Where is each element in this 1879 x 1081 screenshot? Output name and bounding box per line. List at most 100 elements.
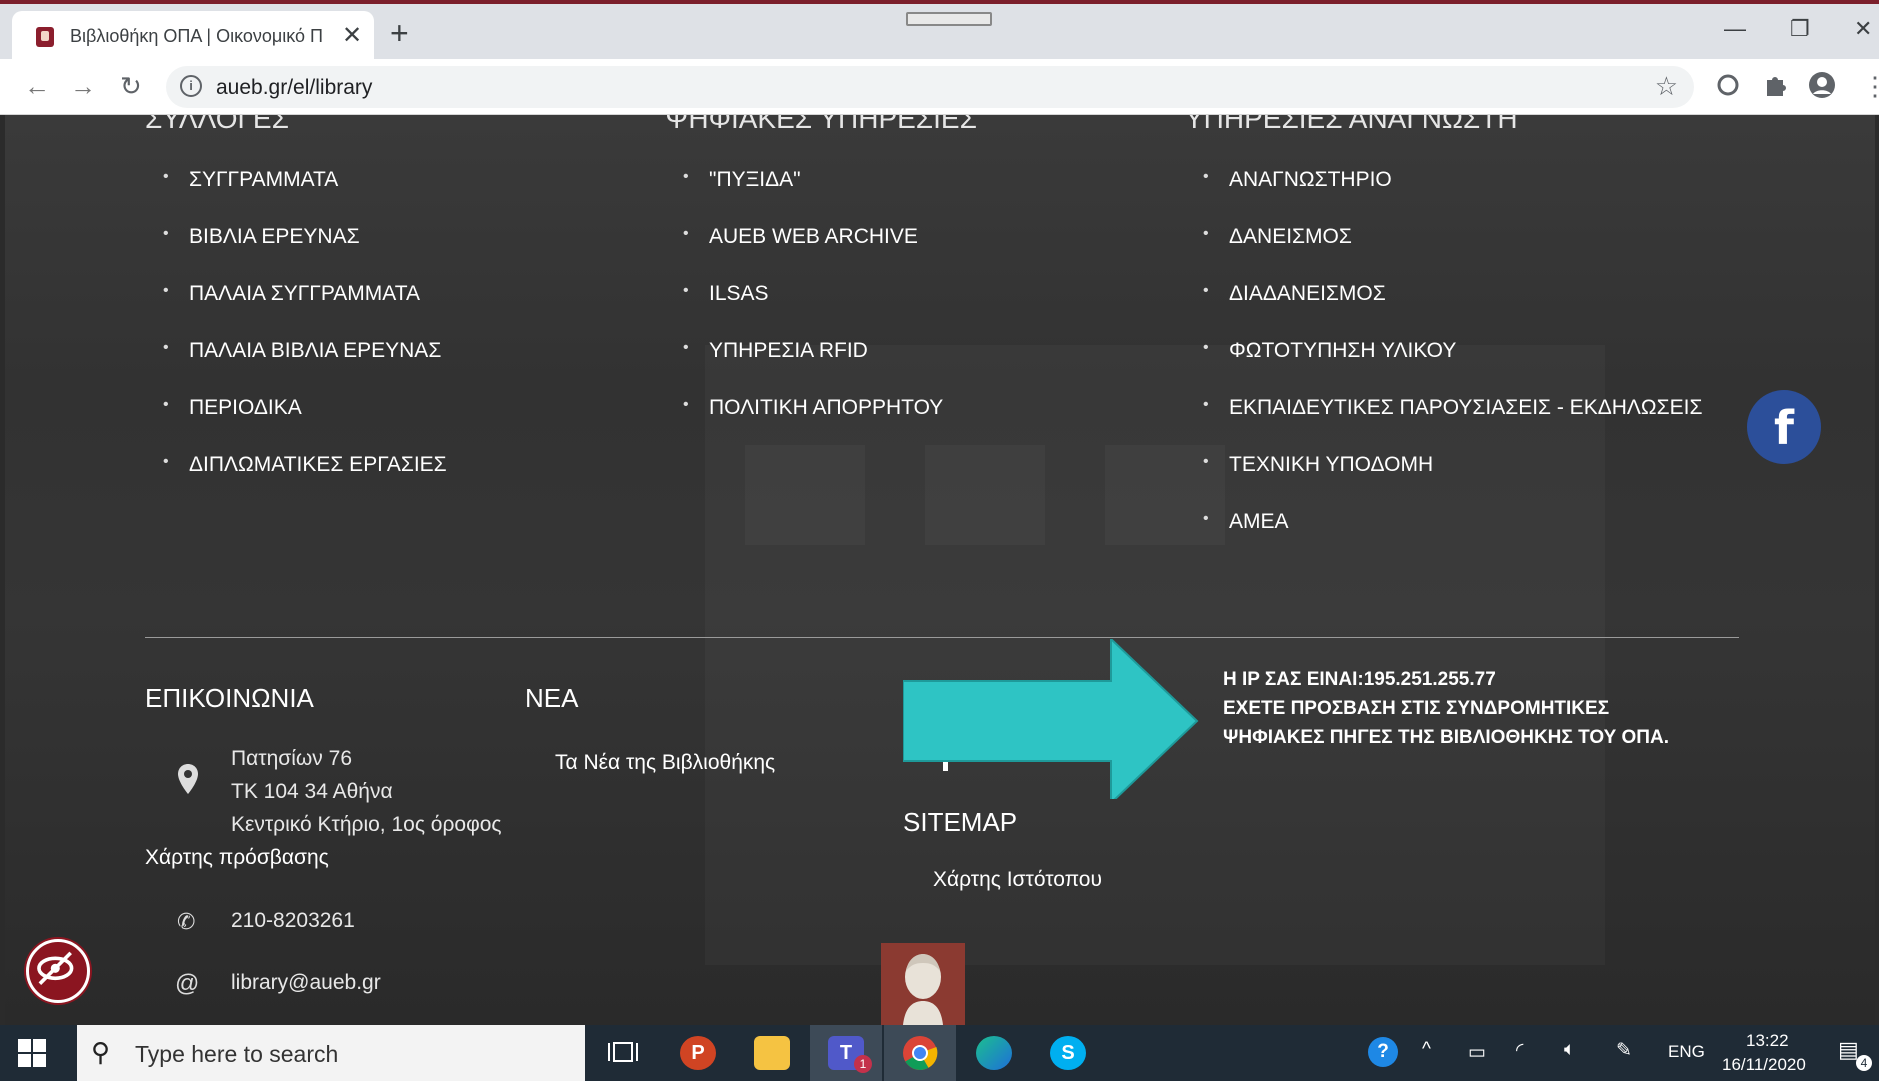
collections-item[interactable]: ΠΑΛΑΙΑ ΣΥΓΓΡΑΜΜΑΤΑ: [163, 282, 447, 339]
taskbar-teams[interactable]: T 1: [810, 1025, 882, 1081]
aueb-favicon-icon: [36, 27, 54, 47]
address-line-1: Πατησίων 76: [231, 747, 352, 770]
background-window: [745, 445, 865, 545]
ip-access-notice: Η IP ΣΑΣ ΕΙΝΑΙ:195.251.255.77 ΕΧΕΤΕ ΠΡΟΣ…: [1223, 665, 1693, 752]
taskbar-search-placeholder[interactable]: Type here to search: [135, 1041, 338, 1068]
window-drag-handle[interactable]: [906, 12, 992, 26]
library-news-link[interactable]: Τα Νέα της Βιβλιοθήκης: [555, 751, 775, 775]
sitemap-link[interactable]: Χάρτης Ιστότοπου: [933, 868, 1102, 892]
windows-taskbar: ⚲ Type here to search P T 1 S ? ^ ▭ ◜ 🔈︎: [0, 1025, 1879, 1081]
forward-icon[interactable]: →: [70, 71, 96, 102]
highlight-arrow-icon: [903, 639, 1199, 799]
news-heading: ΝΕΑ: [525, 683, 579, 713]
subscription-access-text: ΕΧΕΤΕ ΠΡΟΣΒΑΣΗ ΣΤΙΣ ΣΥΝΔΡΟΜΗΤΙΚΕΣ ΨΗΦΙΑΚ…: [1223, 698, 1670, 748]
email-at-icon: @: [175, 970, 200, 997]
wifi-icon[interactable]: ◜: [1516, 1039, 1523, 1062]
ip-address-text: Η IP ΣΑΣ ΕΙΝΑΙ:195.251.255.77: [1223, 669, 1496, 690]
browser-tab-bar: Βιβλιοθήκη ΟΠΑ | Οικονομικό Π ✕ + — ❐ ✕: [0, 0, 1879, 63]
library-footer-page: ΣΥΛΛΟΓΕΣ ΣΥΓΓΡΑΜΜΑΤΑ ΒΙΒΛΙΑ ΕΡΕΥΝΑΣ ΠΑΛΑ…: [5, 115, 1875, 1025]
url-text[interactable]: aueb.gr/el/library: [216, 76, 372, 100]
search-icon: ⚲: [91, 1037, 111, 1067]
minimize-icon[interactable]: —: [1724, 16, 1746, 42]
digital-services-item[interactable]: AUEB WEB ARCHIVE: [683, 225, 943, 282]
reader-services-item[interactable]: ΑΜΕΑ: [1203, 510, 1702, 567]
edge-icon: [976, 1036, 1012, 1070]
collections-item[interactable]: ΒΙΒΛΙΑ ΕΡΕΥΝΑΣ: [163, 225, 447, 282]
contact-heading: ΕΠΙΚΟΙΝΩΝΙΑ: [145, 683, 314, 713]
powerpoint-icon: P: [680, 1036, 716, 1070]
facebook-icon[interactable]: f: [1747, 390, 1821, 464]
collections-list: ΣΥΓΓΡΑΜΜΑΤΑ ΒΙΒΛΙΑ ΕΡΕΥΝΑΣ ΠΑΛΑΙΑ ΣΥΓΓΡΑ…: [163, 168, 447, 510]
browser-menu-icon[interactable]: ⋮: [1862, 71, 1879, 102]
reader-services-item[interactable]: ΤΕΧΝΙΚΗ ΥΠΟΔΟΜΗ: [1203, 453, 1702, 510]
skype-icon: S: [1050, 1036, 1086, 1070]
show-hidden-icons-icon[interactable]: ^: [1422, 1039, 1431, 1061]
folder-icon: [754, 1036, 790, 1070]
extensions-puzzle-icon[interactable]: [1762, 71, 1790, 99]
digital-services-item[interactable]: ILSAS: [683, 282, 943, 339]
language-indicator[interactable]: ENG: [1668, 1042, 1705, 1062]
reader-services-item[interactable]: ΦΩΤΟΤΥΠΗΣΗ ΥΛΙΚΟΥ: [1203, 339, 1702, 396]
location-pin-icon: [178, 764, 198, 794]
chrome-icon: [903, 1036, 938, 1070]
back-icon[interactable]: ←: [24, 71, 50, 102]
address-line-2: ΤΚ 104 34 Αθήνα: [231, 780, 393, 803]
collections-item[interactable]: ΠΑΛΑΙΑ ΒΙΒΛΙΑ ΕΡΕΥΝΑΣ: [163, 339, 447, 396]
reader-services-list: ΑΝΑΓΝΩΣΤΗΡΙΟ ΔΑΝΕΙΣΜΟΣ ΔΙΑΔΑΝΕΙΣΜΟΣ ΦΩΤΟ…: [1203, 168, 1702, 567]
reader-services-heading: ΥΠΗΡΕΣΙΕΣ ΑΝΑΓΝΩΣΤΗ: [1185, 115, 1518, 134]
task-view-button[interactable]: [588, 1025, 660, 1081]
phone-number[interactable]: 210-8203261: [231, 909, 355, 933]
sitemap-heading: SITEMAP: [903, 807, 1018, 837]
digital-services-item[interactable]: ΥΠΗΡΕΣΙΑ RFID: [683, 339, 943, 396]
pen-icon[interactable]: ✎: [1616, 1039, 1632, 1062]
digital-services-item[interactable]: ΠΟΛΙΤΙΚΗ ΑΠΟΡΡΗΤΟΥ: [683, 396, 943, 453]
address-line-3: Κεντρικό Κτήριο, 1ος όροφος: [231, 813, 502, 836]
digital-services-list: "ΠΥΞΙΔΑ" AUEB WEB ARCHIVE ILSAS ΥΠΗΡΕΣΙΑ…: [683, 168, 943, 453]
collections-item[interactable]: ΣΥΓΓΡΑΜΜΑΤΑ: [163, 168, 447, 225]
site-info-icon[interactable]: i: [180, 75, 202, 97]
taskbar-search-box[interactable]: ⚲ Type here to search: [77, 1025, 585, 1081]
reader-services-item[interactable]: ΔΑΝΕΙΣΜΟΣ: [1203, 225, 1702, 282]
volume-icon[interactable]: 🔈︎: [1564, 1039, 1575, 1061]
task-view-icon: [608, 1042, 638, 1062]
extension-circle-icon[interactable]: [1714, 71, 1742, 99]
taskbar-skype[interactable]: S: [1032, 1025, 1104, 1081]
collections-item[interactable]: ΠΕΡΙΟΔΙΚΑ: [163, 396, 447, 453]
reader-services-item[interactable]: ΔΙΑΔΑΝΕΙΣΜΟΣ: [1203, 282, 1702, 339]
accessibility-toggle-icon[interactable]: [26, 939, 90, 1003]
clock-date[interactable]: 16/11/2020: [1722, 1055, 1806, 1075]
collections-item[interactable]: ΔΙΠΛΩΜΑΤΙΚΕΣ ΕΡΓΑΣΙΕΣ: [163, 453, 447, 510]
digital-services-heading: ΨΗΦΙΑΚΕΣ ΥΠΗΡΕΣΙΕΣ: [665, 115, 977, 134]
background-window: [925, 445, 1045, 545]
taskbar-chrome[interactable]: [884, 1025, 956, 1081]
footer-divider: [145, 637, 1739, 638]
reload-icon[interactable]: ↻: [120, 71, 142, 102]
address-bar[interactable]: i aueb.gr/el/library ☆: [166, 66, 1694, 108]
aueb-logo-bust: [881, 943, 965, 1025]
clock-time[interactable]: 13:22: [1746, 1031, 1789, 1051]
teams-badge: 1: [854, 1055, 872, 1073]
windows-start-icon[interactable]: [18, 1039, 46, 1067]
tab-close-icon[interactable]: ✕: [342, 21, 362, 50]
profile-avatar-icon[interactable]: [1808, 71, 1836, 99]
notification-count-badge: 4: [1856, 1055, 1872, 1071]
browser-tab[interactable]: Βιβλιοθήκη ΟΠΑ | Οικονομικό Π ✕: [12, 11, 374, 63]
phone-icon: ✆: [177, 909, 196, 934]
battery-icon[interactable]: ▭: [1468, 1041, 1486, 1064]
help-icon[interactable]: ?: [1368, 1037, 1398, 1067]
reader-services-item[interactable]: ΕΚΠΑΙΔΕΥΤΙΚΕΣ ΠΑΡΟΥΣΙΑΣΕΙΣ - ΕΚΔΗΛΩΣΕΙΣ: [1203, 396, 1702, 453]
taskbar-edge[interactable]: [958, 1025, 1030, 1081]
digital-services-item[interactable]: "ΠΥΞΙΔΑ": [683, 168, 943, 225]
taskbar-file-explorer[interactable]: [736, 1025, 808, 1081]
bookmark-star-icon[interactable]: ☆: [1655, 71, 1678, 102]
collections-heading: ΣΥΛΛΟΓΕΣ: [145, 115, 289, 134]
new-tab-button[interactable]: +: [390, 17, 409, 49]
email-address[interactable]: library@aueb.gr: [231, 971, 381, 995]
browser-toolbar: ← → ↻ i aueb.gr/el/library ☆ ⋮: [0, 59, 1879, 115]
access-map-link[interactable]: Χάρτης πρόσβασης: [145, 846, 329, 870]
taskbar-powerpoint[interactable]: P: [662, 1025, 734, 1081]
close-window-icon[interactable]: ✕: [1854, 16, 1872, 42]
reader-services-item[interactable]: ΑΝΑΓΝΩΣΤΗΡΙΟ: [1203, 168, 1702, 225]
restore-icon[interactable]: ❐: [1790, 16, 1810, 42]
tab-title: Βιβλιοθήκη ΟΠΑ | Οικονομικό Π: [70, 26, 324, 46]
